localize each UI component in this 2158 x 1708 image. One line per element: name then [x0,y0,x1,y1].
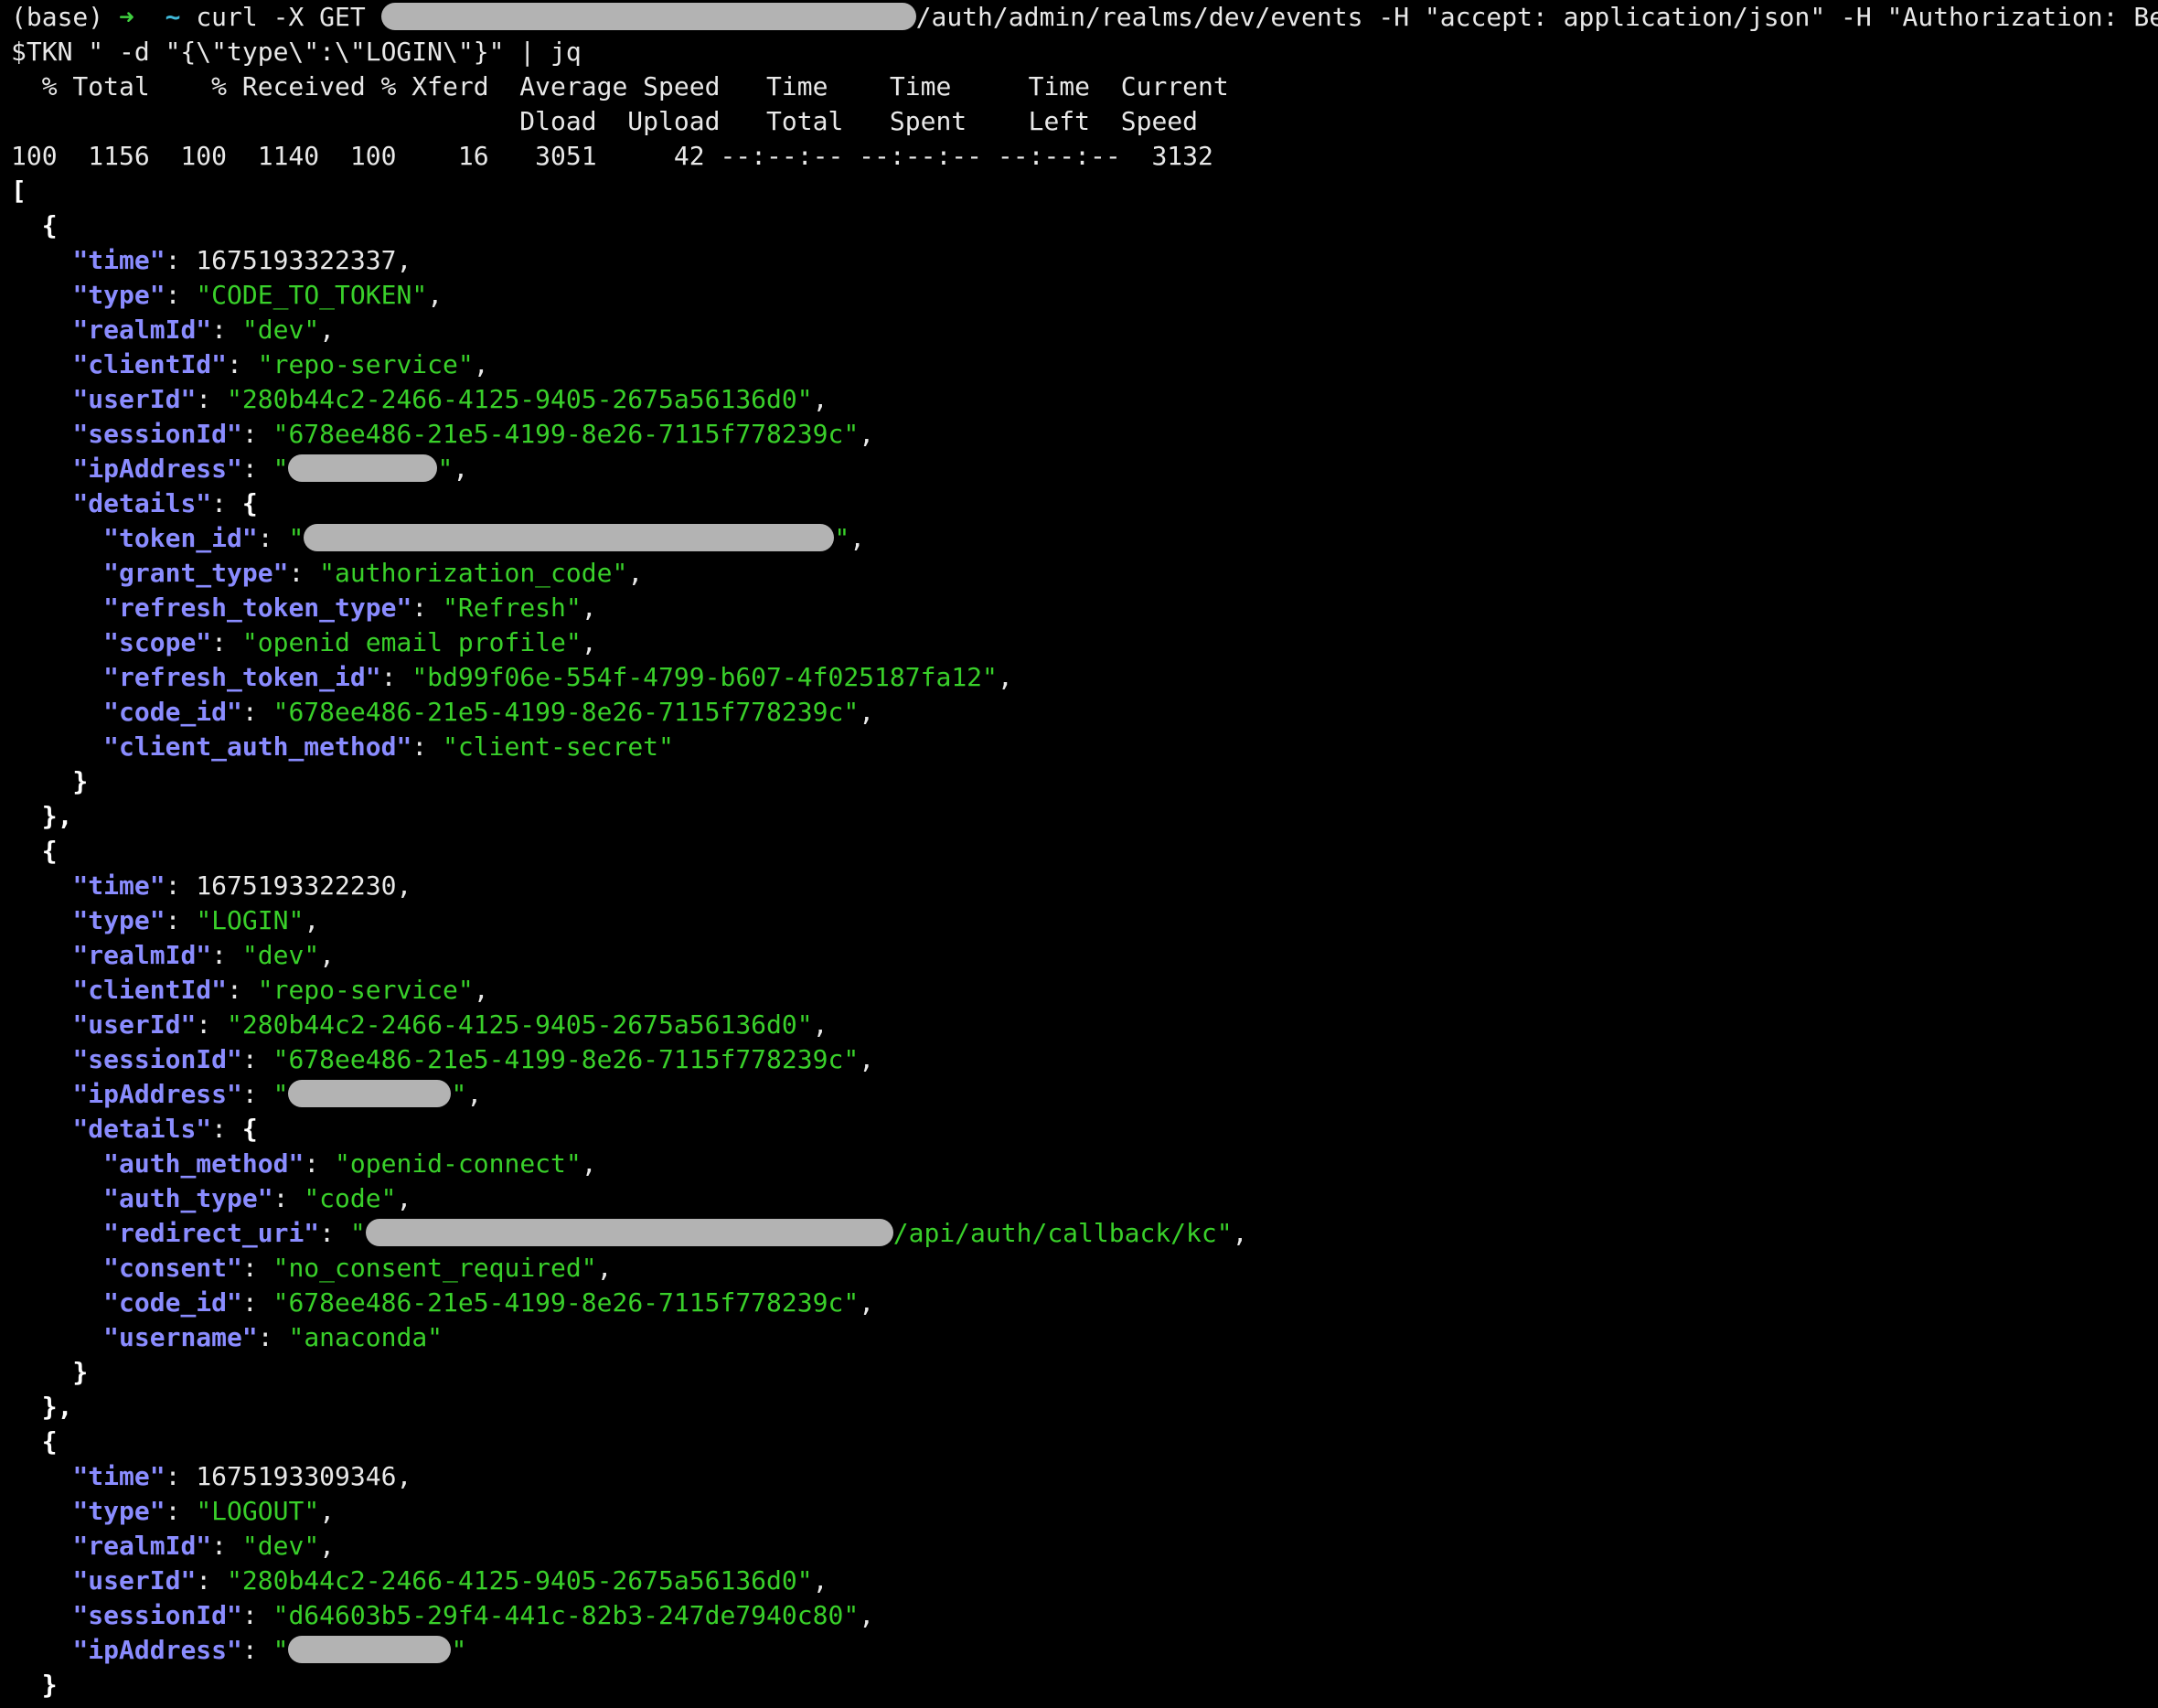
json-field-realmId: "realmId": "dev", [72,1531,336,1561]
terminal-window[interactable]: (base) ➜ ~ curl -X GET /auth/admin/realm… [11,0,2158,1708]
json-field-refresh_token_type: "refresh_token_type": "Refresh", [103,592,597,623]
json-object-close: }, [11,1392,73,1422]
json-field-clientId: "clientId": "repo-service", [72,975,489,1005]
json-field-time: "time": 1675193322337, [72,245,412,275]
json-field-realmId: "realmId": "dev", [72,940,336,970]
json-field-auth_type: "auth_type": "code", [103,1183,412,1213]
json-field-auth_method: "auth_method": "openid-connect", [103,1148,597,1179]
json-field-clientId: "clientId": "repo-service", [72,349,489,379]
json-field-details: "details": { [72,488,258,518]
progress-header-1: % Total % Received % Xferd Average Speed… [11,71,1229,101]
redacted-ip [288,1080,452,1107]
json-array-open: [ [11,176,27,206]
json-field-ipAddress: "ipAddress": " ", [72,1079,483,1109]
command-line-2: $TKN " -d "{\"type\":\"LOGIN\"}" | jq [11,37,582,67]
json-field-type: "type": "LOGOUT", [72,1496,336,1526]
json-field-consent: "consent": "no_consent_required", [103,1253,613,1283]
redacted-ip [288,454,438,482]
progress-header-2: Dload Upload Total Spent Left Speed [11,106,1199,136]
json-field-ipAddress: "ipAddress": " " [72,1635,467,1665]
json-object-close: } [11,1670,58,1700]
redacted-redirect-host [365,1219,893,1246]
json-field-userId: "userId": "280b44c2-2466-4125-9405-2675a… [72,1565,828,1596]
json-object-open: { [11,210,58,240]
json-details-close: } [11,1357,89,1387]
json-field-userId: "userId": "280b44c2-2466-4125-9405-2675a… [72,384,828,414]
json-field-realmId: "realmId": "dev", [72,315,336,345]
command-text-cont: /auth/admin/realms/dev/events -H "accept… [915,2,2158,32]
json-field-type: "type": "LOGIN", [72,905,320,935]
json-field-grant_type: "grant_type": "authorization_code", [103,558,644,588]
json-field-time: "time": 1675193322230, [72,870,412,901]
prompt-env: (base) [11,2,104,32]
json-field-sessionId: "sessionId": "d64603b5-29f4-441c-82b3-24… [72,1600,875,1630]
redacted-host [380,3,916,30]
redacted-ip [288,1636,452,1663]
json-field-sessionId: "sessionId": "678ee486-21e5-4199-8e26-71… [72,1044,875,1074]
command-text: curl -X GET [196,2,381,32]
redacted-token-id [304,524,835,551]
json-field-client_auth_method: "client_auth_method": "client-secret" [103,731,674,762]
prompt-directory: ~ [165,2,181,32]
json-field-sessionId: "sessionId": "678ee486-21e5-4199-8e26-71… [72,419,875,449]
json-field-ipAddress: "ipAddress": " ", [72,454,469,484]
json-field-time: "time": 1675193309346, [72,1461,412,1491]
json-field-userId: "userId": "280b44c2-2466-4125-9405-2675a… [72,1009,828,1040]
json-field-scope: "scope": "openid email profile", [103,627,597,657]
json-object-close: }, [11,801,73,831]
command-line-1: (base) ➜ ~ curl -X GET /auth/admin/realm… [11,0,2158,35]
json-details-close: } [11,766,89,796]
json-field-redirect_uri: "redirect_uri": "/api/auth/callback/kc", [103,1218,1248,1248]
json-field-token_id: "token_id": " ", [103,523,866,553]
json-field-details: "details": { [72,1114,258,1144]
json-object-open: { [11,1426,58,1457]
progress-row: 100 1156 100 1140 100 16 3051 42 --:--:-… [11,141,1213,171]
json-field-refresh_token_id: "refresh_token_id": "bd99f06e-554f-4799-… [103,662,1013,692]
json-field-type: "type": "CODE_TO_TOKEN", [72,280,443,310]
json-field-username: "username": "anaconda" [103,1322,443,1352]
json-field-code_id: "code_id": "678ee486-21e5-4199-8e26-7115… [103,697,875,727]
json-field-code_id: "code_id": "678ee486-21e5-4199-8e26-7115… [103,1287,875,1318]
prompt-arrow-icon: ➜ [119,2,134,32]
json-object-open: { [11,836,58,866]
